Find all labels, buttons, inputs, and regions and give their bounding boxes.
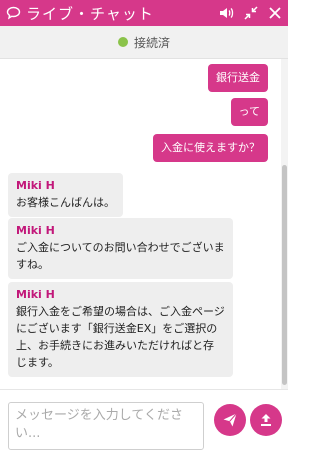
sender-name: Miki H [16, 288, 55, 301]
incoming-message: Miki H お客様こんばんは。 [8, 173, 123, 217]
connection-status: 接続済 [0, 26, 288, 59]
message-line: すね。 [16, 258, 49, 271]
message-line: 上、お手続きにお進みいただければと存 [16, 339, 214, 352]
message-line: にございます「銀行送金EX」をご選択の [16, 322, 218, 335]
status-text: 接続済 [133, 35, 170, 50]
composer [0, 389, 288, 462]
sender-name: Miki H [16, 224, 55, 237]
close-icon[interactable] [264, 2, 286, 24]
message-text: 銀行送金 [216, 71, 260, 84]
incoming-message: Miki H 銀行入金をご希望の場合は、ご入金ページ にございます「銀行送金EX… [8, 282, 233, 377]
outgoing-message: 銀行送金 [208, 64, 268, 92]
chat-header: ライブ・チャット [0, 0, 288, 26]
sender-name: Miki H [16, 179, 55, 192]
send-icon [222, 412, 238, 428]
message-text: 入金に使えますか？ [161, 141, 260, 154]
outgoing-message: って [230, 98, 268, 126]
send-button[interactable] [214, 404, 246, 436]
minimize-icon[interactable] [240, 2, 262, 24]
incoming-message: Miki H ご入金についてのお問い合わせでございま すね。 [8, 218, 233, 279]
speaker-icon[interactable] [216, 2, 238, 24]
upload-icon [258, 412, 274, 428]
message-line: お客様こんばんは。 [16, 196, 115, 209]
chat-bubble-icon [6, 5, 22, 21]
message-input[interactable] [8, 402, 204, 450]
message-line: じます。 [16, 356, 59, 369]
message-text: って [238, 105, 260, 118]
window-controls [216, 2, 288, 24]
status-dot-icon [117, 37, 128, 47]
message-line: 銀行入金をご希望の場合は、ご入金ページ [16, 305, 225, 318]
outgoing-message: 入金に使えますか？ [153, 134, 268, 162]
scrollbar-thumb[interactable] [282, 165, 287, 385]
message-line: ご入金についてのお問い合わせでございま [16, 241, 225, 254]
chat-title: ライブ・チャット [26, 4, 154, 23]
upload-button[interactable] [250, 404, 282, 436]
message-list: 銀行送金 って 入金に使えますか？ Miki H お客様こんばんは。 Miki … [0, 59, 280, 389]
